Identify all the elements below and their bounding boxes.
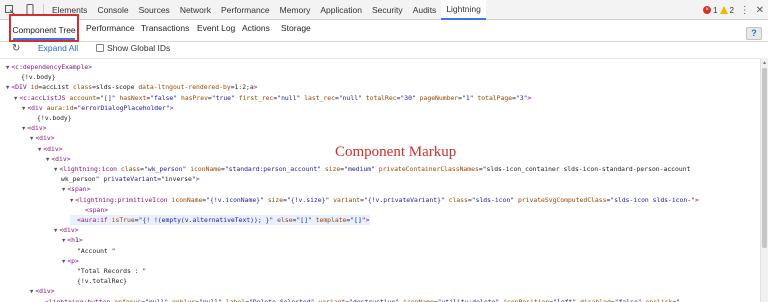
tree-node-text: <lightning:button onfocus="null" onblur=…	[45, 297, 681, 302]
expand-toggle-icon[interactable]: ▼	[22, 126, 25, 132]
warning-count: 2	[729, 5, 734, 15]
tab-audits[interactable]: Audits	[408, 0, 442, 20]
tree-node-row[interactable]: ▼ <span>	[62, 184, 90, 194]
tree-node-text: <div>	[35, 134, 55, 143]
devtools-menu-group: ⋮ ✕	[740, 0, 764, 20]
component-markup-annotation: Component Markup	[335, 144, 457, 160]
expand-toggle-icon[interactable]: ▼	[14, 96, 17, 102]
component-tree-panel: ▼ <c:dependencyExample> {!v.body} ▼ <DIV id=…	[0, 58, 760, 302]
expand-toggle-icon[interactable]: ▼	[30, 289, 33, 295]
tree-node-row[interactable]: ▼ <div>	[54, 225, 79, 235]
tree-node-text: <div>	[27, 124, 47, 133]
tree-node-row[interactable]: {!v.totalRec}	[70, 276, 127, 286]
tree-node-text: <lightning:icon class="wk_person" iconNa…	[59, 165, 691, 173]
expand-toggle-icon[interactable]: ▼	[30, 136, 33, 142]
tree-node-row[interactable]: ▼ <div>	[46, 154, 71, 164]
tab-memory[interactable]: Memory	[275, 0, 316, 20]
close-icon[interactable]: ✕	[756, 5, 764, 16]
tree-node-text: {!v.body}	[21, 73, 56, 82]
tree-node-row[interactable]: ▼ <div>	[30, 286, 55, 296]
tree-node-row[interactable]: ▼ <div>	[22, 123, 47, 133]
error-count: 1	[713, 5, 718, 15]
tree-node-text: {!v.body}	[37, 114, 72, 122]
tree-node-row[interactable]: {!v.body}	[30, 113, 72, 123]
tree-node-row[interactable]: ▼ <p>	[62, 256, 79, 266]
tree-node-text: <span>	[85, 205, 109, 214]
expand-toggle-icon[interactable]: ▼	[54, 167, 57, 173]
expand-toggle-icon[interactable]: ▼	[62, 238, 65, 244]
lightning-tab-bar: Performance Transactions Event Log Actio…	[0, 20, 768, 42]
tree-node-row[interactable]: <lightning:button onfocus="null" onblur=…	[38, 297, 680, 302]
tree-node-text: <h1>	[67, 236, 83, 245]
tree-node-row[interactable]: ▼ <div aura:id="errorDialogPlaceholder">	[22, 103, 174, 113]
tab-storage[interactable]: Storage	[281, 23, 311, 33]
tree-node-text: <DIV id=accList class=slds-scope data-lt…	[11, 83, 258, 92]
tree-node-row[interactable]: ▼ <DIV id=accList class=slds-scope data-l…	[6, 82, 258, 92]
tab-lightning-performance[interactable]: Performance	[86, 23, 135, 33]
scroll-thumb[interactable]	[762, 68, 767, 248]
tree-node-row[interactable]: ▼ <c:accListJS account="[]" hasNext="fals…	[14, 93, 531, 103]
expand-toggle-icon[interactable]: ▼	[62, 259, 65, 265]
tab-event-log[interactable]: Event Log	[197, 23, 235, 33]
expand-toggle-icon[interactable]: ▼	[38, 147, 41, 153]
tree-node-row[interactable]: <aura:if isTrue="{! !(empty(v.alternativ…	[70, 215, 370, 225]
tab-application[interactable]: Application	[315, 0, 367, 20]
tree-node-row[interactable]: ▼ <lightning:icon class="wk_person" iconN…	[54, 164, 690, 174]
tab-performance[interactable]: Performance	[216, 0, 275, 20]
tree-node-row[interactable]: wk_person" privateVariant="inverse">	[54, 174, 200, 184]
devtools-toolbar: Elements Console Sources Network Perform…	[0, 0, 768, 20]
tree-node-text: <div>	[59, 226, 79, 235]
tree-node-text: <div>	[51, 154, 71, 163]
tree-node-text: "Total Records : "	[77, 267, 147, 275]
tab-lightning[interactable]: Lightning	[441, 0, 486, 20]
tree-node-row[interactable]: {!v.body}	[14, 72, 56, 82]
show-global-ids-label: Show Global IDs	[107, 43, 171, 53]
tree-node-row[interactable]: "Account "	[70, 246, 115, 256]
tab-transactions[interactable]: Transactions	[141, 23, 189, 33]
tree-node-text: <div aura:id="errorDialogPlaceholder">	[27, 103, 174, 112]
tree-node-text: wk_person" privateVariant="inverse">	[61, 175, 200, 184]
expand-toggle-icon[interactable]: ▼	[46, 157, 49, 163]
error-warning-counter[interactable]: × 1 2	[703, 0, 734, 20]
active-tab-indicator	[13, 38, 75, 40]
tab-console[interactable]: Console	[92, 0, 133, 20]
warning-icon	[719, 6, 728, 14]
expand-toggle-icon[interactable]: ▼	[54, 228, 57, 234]
vertical-scrollbar[interactable]: ▲	[760, 58, 768, 302]
expand-all-link[interactable]: Expand All	[38, 43, 78, 53]
tree-node-row[interactable]: ▼ <div>	[30, 133, 55, 143]
component-tree-toolbar: ↻ Expand All Show Global IDs	[0, 42, 768, 56]
tab-sources[interactable]: Sources	[134, 0, 175, 20]
tree-node-text: <p>	[67, 256, 79, 265]
more-options-icon[interactable]: ⋮	[740, 5, 750, 16]
expand-toggle-icon[interactable]: ▼	[6, 85, 9, 91]
tab-security[interactable]: Security	[367, 0, 408, 20]
refresh-icon[interactable]: ↻	[12, 42, 20, 55]
tree-node-text: <lightning:primitiveIcon iconName="{!v.i…	[75, 195, 699, 204]
help-button[interactable]: ?	[746, 27, 762, 40]
error-icon: ×	[703, 6, 712, 14]
tree-node-text: "Account "	[77, 246, 116, 255]
tree-node-text: <c:accListJS account="[]" hasNext="false…	[19, 93, 532, 102]
tree-node-row[interactable]: ▼ <h1>	[62, 235, 83, 245]
tree-node-text: <c:dependencyExample>	[11, 63, 93, 71]
expand-toggle-icon[interactable]: ▼	[70, 198, 73, 204]
show-global-ids-checkbox[interactable]	[96, 44, 104, 52]
expand-toggle-icon[interactable]: ▼	[6, 65, 9, 71]
scroll-up-icon[interactable]: ▲	[762, 60, 767, 66]
expand-toggle-icon[interactable]: ▼	[62, 187, 65, 193]
tree-node-text: {!v.totalRec}	[77, 277, 128, 286]
tree-node-text: <div>	[43, 144, 63, 153]
tab-actions[interactable]: Actions	[242, 23, 270, 33]
tree-node-row[interactable]: ▼ <div>	[38, 144, 63, 154]
tree-node-text: <span>	[67, 185, 91, 194]
tab-network[interactable]: Network	[175, 0, 216, 20]
tree-node-row[interactable]: <span>	[78, 205, 108, 215]
tree-node-row[interactable]: "Total Records : "	[70, 266, 146, 276]
expand-toggle-icon[interactable]: ▼	[22, 106, 25, 112]
tree-node-row[interactable]: ▼ <lightning:primitiveIcon iconName="{!v.…	[70, 195, 699, 205]
tree-node-text: <div>	[35, 287, 55, 296]
tree-node-text: <aura:if isTrue="{! !(empty(v.alternativ…	[77, 216, 370, 224]
tree-node-row[interactable]: ▼ <c:dependencyExample>	[6, 62, 92, 72]
